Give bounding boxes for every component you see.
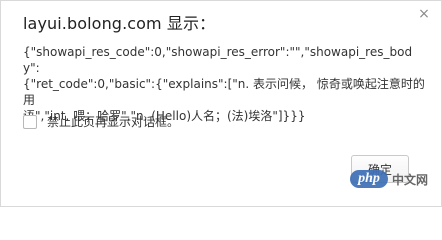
- suppress-dialogs-checkbox[interactable]: [23, 114, 37, 129]
- php-watermark: php 中文网: [350, 166, 442, 192]
- dialog-message: {"showapi_res_code":0,"showapi_res_error…: [23, 45, 425, 123]
- suppress-dialogs-option[interactable]: 禁止此页再显示对话框。: [23, 113, 179, 130]
- close-icon[interactable]: ×: [415, 5, 433, 23]
- suppress-dialogs-label[interactable]: 禁止此页再显示对话框。: [47, 113, 179, 130]
- dialog-title: layui.bolong.com 显示：: [23, 14, 216, 33]
- php-logo: php: [350, 170, 388, 188]
- watermark-site-text: 中文网: [392, 172, 429, 187]
